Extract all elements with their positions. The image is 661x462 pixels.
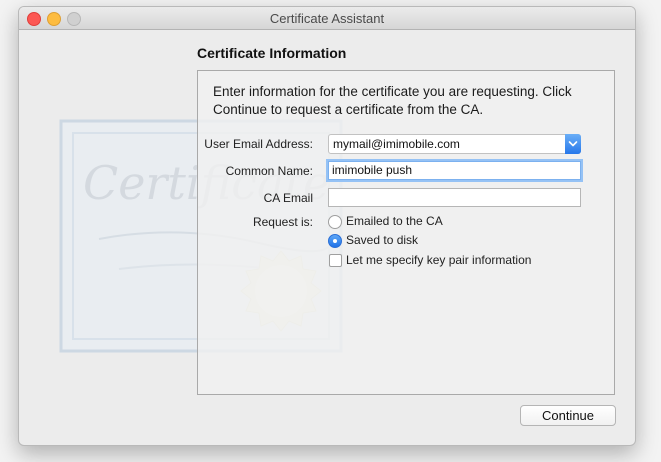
certificate-assistant-window: Certificate Assistant Certificate Certif… [18, 6, 636, 446]
radio-saved-to-disk[interactable] [328, 234, 342, 248]
email-label: User Email Address: [204, 137, 313, 151]
option-saved-to-disk-label: Saved to disk [346, 233, 419, 247]
window-title: Certificate Assistant [269, 11, 385, 26]
option-emailed-to-ca-label: Emailed to the CA [346, 214, 443, 228]
common-name-field[interactable]: imimobile push [328, 161, 581, 180]
section-title: Certificate Information [197, 45, 347, 61]
request-label: Request is: [252, 215, 313, 229]
radio-emailed-to-ca[interactable] [328, 215, 342, 229]
email-value: mymail@imimobile.com [333, 137, 460, 151]
common-name-label: Common Name: [225, 164, 313, 178]
chevron-down-icon[interactable] [565, 134, 581, 154]
continue-button[interactable]: Continue [520, 405, 616, 426]
key-pair-checkbox[interactable] [329, 254, 342, 267]
ca-email-field[interactable] [328, 188, 581, 207]
email-select[interactable]: mymail@imimobile.com [328, 134, 581, 154]
ca-email-label: CA Email [263, 191, 313, 205]
title-bar: Certificate Assistant [19, 7, 635, 30]
key-pair-label: Let me specify key pair information [346, 253, 532, 267]
intro-text: Enter information for the certificate yo… [213, 84, 572, 117]
certificate-form-panel: Enter information for the certificate yo… [197, 70, 615, 395]
